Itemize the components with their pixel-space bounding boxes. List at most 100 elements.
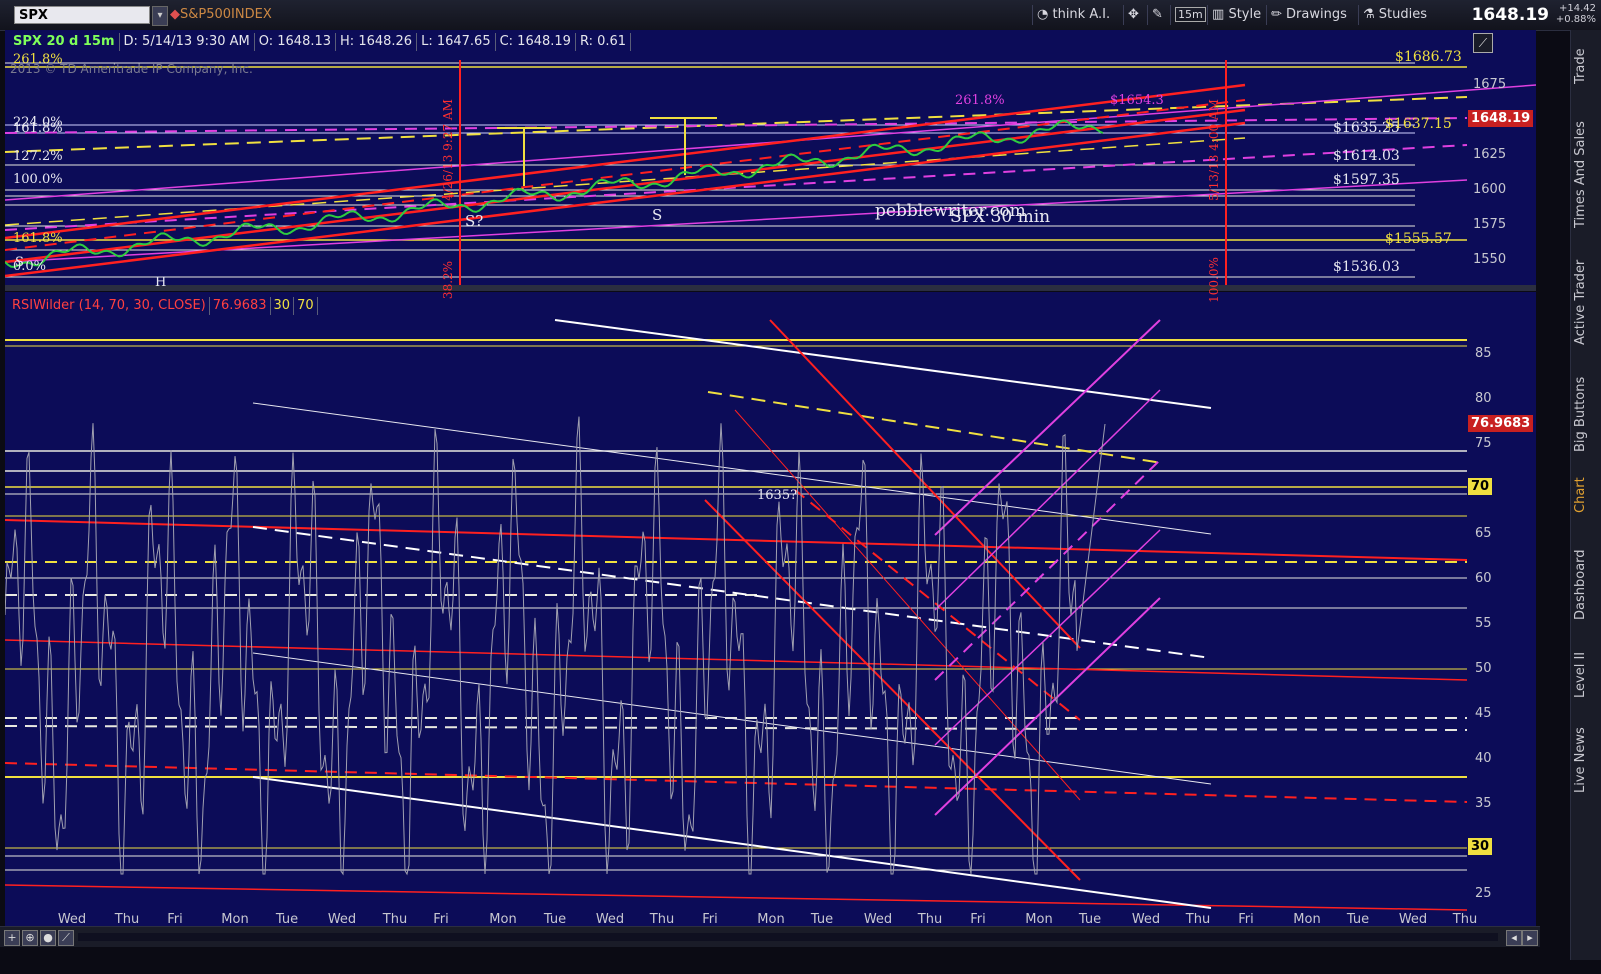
time-axis-tick: Thu <box>114 912 139 927</box>
pan-icon[interactable]: ● <box>40 930 56 946</box>
time-axis-tick: Wed <box>58 912 86 927</box>
time-axis-tick: Tue <box>1078 912 1101 927</box>
time-axis-tick: Wed <box>328 912 356 927</box>
interval-button[interactable]: 15m <box>1170 5 1210 25</box>
symbol-description: ◆S&P500INDEX <box>170 7 272 22</box>
oversold-tag: 30 <box>1468 838 1493 855</box>
wrench-tool-button[interactable]: ✎ <box>1147 5 1167 25</box>
drawings-icon: ✏ <box>1271 7 1282 22</box>
side-tab-level-ii[interactable]: Level II <box>1573 645 1599 705</box>
price-axis-tick: 1550 <box>1473 252 1506 267</box>
rsi-axis-tick: 85 <box>1475 346 1492 361</box>
time-axis-tick: Fri <box>1238 912 1254 927</box>
symbol-input[interactable]: SPX <box>14 6 150 24</box>
chevron-down-icon[interactable]: ▾ <box>152 6 168 26</box>
time-axis-tick: Fri <box>433 912 449 927</box>
symbol-period[interactable]: SPX 20 d 15m <box>9 33 120 51</box>
chart-area[interactable]: 261.8%224.0%161.8%127.2%100.0%161.8%0.0%… <box>5 30 1536 940</box>
rsi-axis-tick: 25 <box>1475 886 1492 901</box>
rsi-axis-tick: 55 <box>1475 616 1492 631</box>
interval-label: 15m <box>1175 7 1206 22</box>
side-tab-active-trader[interactable]: Active Trader <box>1573 250 1599 355</box>
studies-button[interactable]: ⚗ Studies <box>1358 5 1431 25</box>
time-axis-tick: Mon <box>757 912 784 927</box>
price-annotation: S? <box>465 212 483 230</box>
rsi-annotation: 1635? <box>757 488 797 503</box>
rsi-value-label: 76.9683 <box>210 297 271 315</box>
style-icon: ▥ <box>1212 7 1225 22</box>
copyright: 2013 © TD Ameritrade IP Company, Inc. <box>10 62 253 76</box>
crosshair-icon: ✥ <box>1128 7 1139 22</box>
price-change: +14.42 +0.88% <box>1556 3 1596 25</box>
price-annotation: SPX 30 min <box>950 207 1050 227</box>
level-label: $1536.03 <box>1333 259 1400 275</box>
think-ai-label: think A.I. <box>1052 7 1111 22</box>
price-annotation: S <box>15 255 24 270</box>
time-axis-tick: Thu <box>382 912 407 927</box>
studies-icon: ⚗ <box>1363 7 1375 22</box>
scroll-right-icon[interactable]: ▸ <box>1522 930 1538 946</box>
side-tab-chart[interactable]: Chart <box>1573 470 1599 520</box>
price-annotation: $1654.3 <box>1110 93 1164 108</box>
vertical-date-label: 4/26/13 9:27 AM <box>441 99 455 201</box>
scroll-track[interactable] <box>78 933 1498 941</box>
rsi-axis-tick: 45 <box>1475 706 1492 721</box>
level-label: $1597.35 <box>1333 172 1400 188</box>
draw-line-icon[interactable]: ⟋ <box>58 930 74 946</box>
last-price: 1648.19 <box>1471 5 1549 25</box>
side-tab-dashboard[interactable]: Dashboard <box>1573 540 1599 630</box>
rsi-value-tag: 76.9683 <box>1468 415 1534 432</box>
time-axis-tick: Thu <box>1185 912 1210 927</box>
rsi-axis-tick: 80 <box>1475 391 1492 406</box>
level-label: $1555.57 <box>1385 231 1452 247</box>
time-axis-tick: Mon <box>489 912 516 927</box>
hud-close: C: 1648.19 <box>496 33 576 51</box>
think-ai-icon: ◔ <box>1037 7 1049 22</box>
flag-icon: ◆ <box>170 7 180 22</box>
studies-label: Studies <box>1378 7 1428 22</box>
think-ai-button[interactable]: ◔ think A.I. <box>1032 5 1114 25</box>
bottom-toolbar: + ⊕ ● ⟋ ◂ ▸ <box>0 926 1540 947</box>
top-toolbar: SPX ▾ ◆S&P500INDEX ◔ think A.I. ✥ ✎ 15m … <box>0 0 1601 31</box>
price-axis-tick: 1575 <box>1473 217 1506 232</box>
side-panel: Trade Times And Sales Active Trader Big … <box>1570 30 1601 960</box>
wrench-icon: ✎ <box>1152 7 1163 22</box>
zoom-in-icon[interactable]: + <box>4 930 20 946</box>
crosshair-tool-button[interactable]: ✥ <box>1123 5 1143 25</box>
rsi-axis-tick: 50 <box>1475 661 1492 676</box>
time-axis-tick: Tue <box>1346 912 1369 927</box>
hud-open: O: 1648.13 <box>255 33 337 51</box>
rsi-study-label[interactable]: RSIWilder (14, 70, 30, CLOSE) <box>9 297 210 315</box>
level-label: $1637.15 <box>1385 116 1452 132</box>
time-axis-tick: Mon <box>1025 912 1052 927</box>
rsi-axis-tick: 35 <box>1475 796 1492 811</box>
vertical-date-label: 100.0% <box>1207 257 1221 303</box>
time-axis-tick: Fri <box>702 912 718 927</box>
time-axis-tick: Tue <box>275 912 298 927</box>
scroll-left-icon[interactable]: ◂ <box>1506 930 1522 946</box>
time-axis-tick: Wed <box>1132 912 1160 927</box>
price-annotation: S <box>652 206 662 224</box>
style-button[interactable]: ▥ Style <box>1207 5 1265 25</box>
side-tab-times-and-sales[interactable]: Times And Sales <box>1573 110 1599 240</box>
current-price-tag: 1648.19 <box>1468 110 1534 127</box>
price-axis-tick: 1600 <box>1473 182 1506 197</box>
price-axis-tick: 1625 <box>1473 147 1506 162</box>
time-axis-tick: Thu <box>1452 912 1477 927</box>
side-tab-big-buttons[interactable]: Big Buttons <box>1573 368 1599 460</box>
rsi-oversold-label: 30 <box>271 297 295 315</box>
vertical-date-label: 38.2% <box>441 261 455 299</box>
side-tab-trade[interactable]: Trade <box>1573 38 1599 94</box>
change-value: +14.42 <box>1558 3 1596 14</box>
chart-settings-icon[interactable]: ⟋ <box>1473 33 1493 53</box>
symbol-name-label: S&P500INDEX <box>180 7 272 22</box>
magnifier-icon[interactable]: ⊕ <box>22 930 38 946</box>
drawings-button[interactable]: ✏ Drawings <box>1266 5 1351 25</box>
time-axis-tick: Fri <box>970 912 986 927</box>
rsi-axis-tick: 60 <box>1475 571 1492 586</box>
price-axis-tick: 1675 <box>1473 77 1506 92</box>
side-tab-live-news[interactable]: Live News <box>1573 720 1599 800</box>
hud-high: H: 1648.26 <box>336 33 418 51</box>
price-hud: SPX 20 d 15m D: 5/14/13 9:30 AM O: 1648.13… <box>9 33 632 51</box>
time-axis-tick: Wed <box>1399 912 1427 927</box>
